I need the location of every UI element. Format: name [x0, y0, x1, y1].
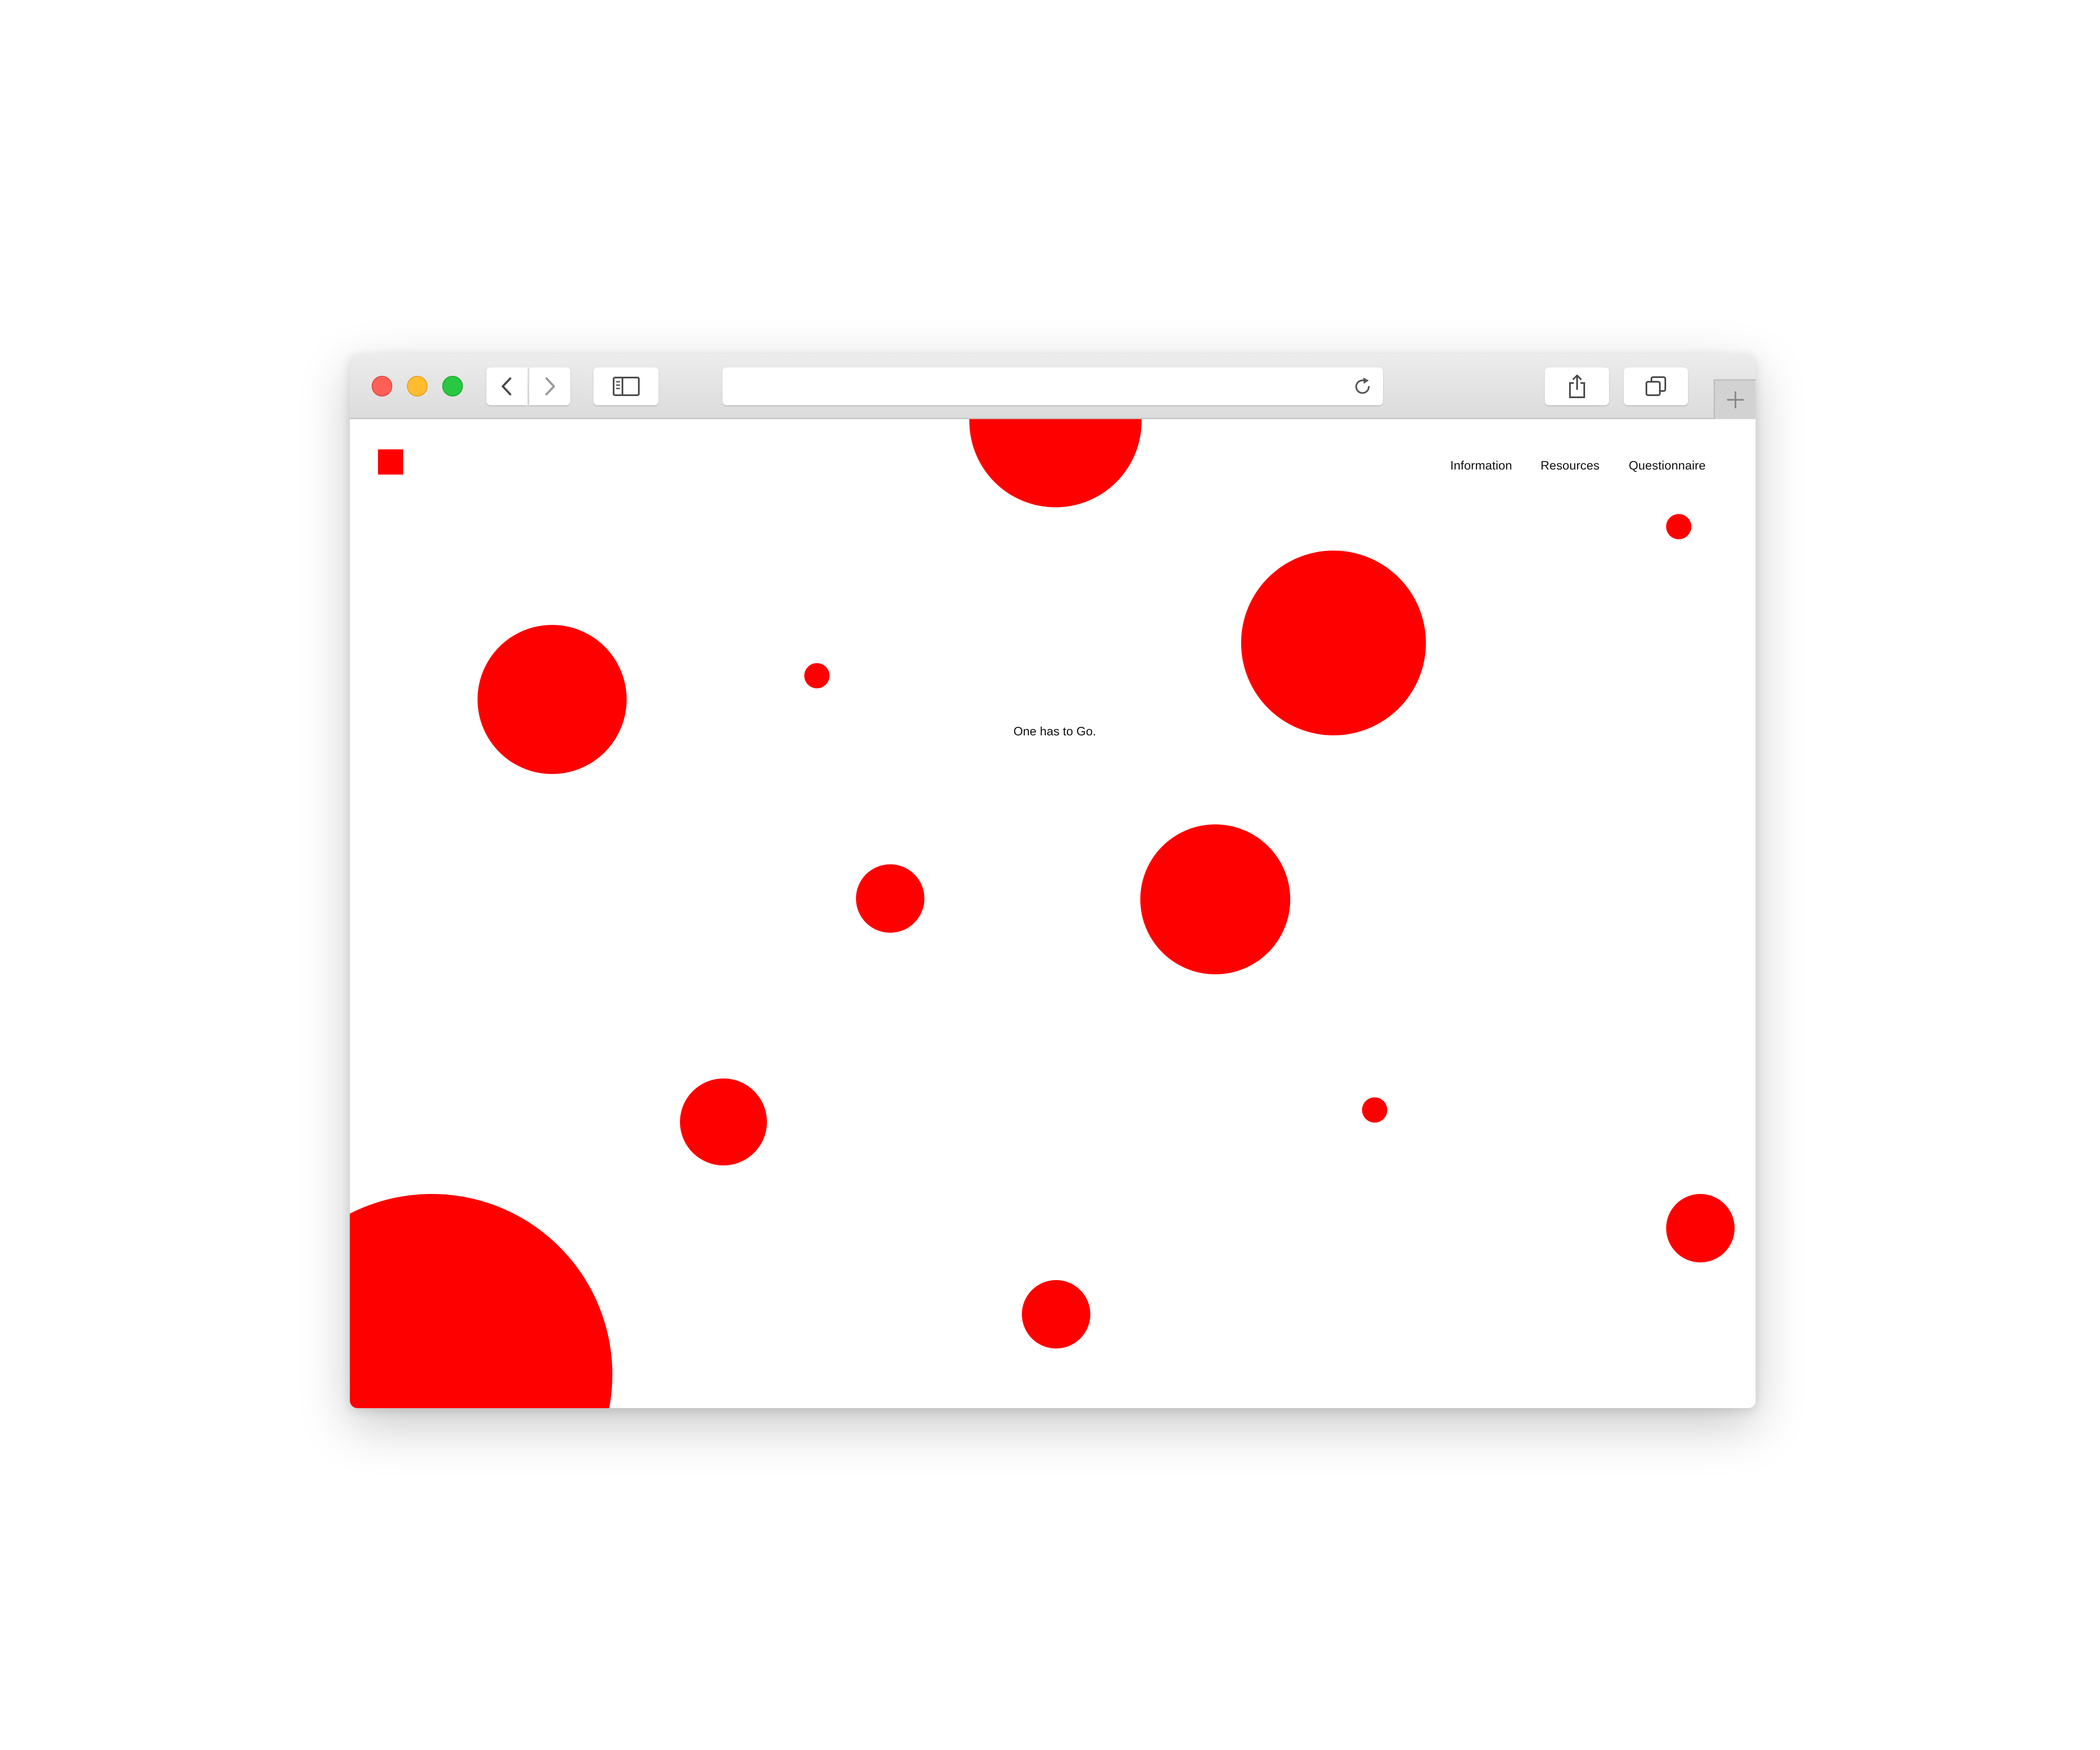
maximize-window-button[interactable] — [442, 376, 463, 396]
reload-icon[interactable] — [1352, 376, 1373, 397]
back-button[interactable] — [486, 367, 528, 405]
plus-icon — [1727, 391, 1744, 408]
address-bar[interactable] — [722, 367, 1383, 405]
share-icon — [1569, 375, 1585, 398]
red-circle-large-right — [1241, 551, 1426, 735]
red-circle-center-right — [1140, 824, 1290, 974]
forward-button[interactable] — [529, 367, 570, 405]
tagline: One has to Go. — [1013, 725, 1096, 738]
minimize-window-button[interactable] — [407, 376, 428, 396]
red-circle-left — [478, 625, 627, 774]
new-tab-button[interactable] — [1714, 379, 1756, 419]
red-circle-top — [969, 419, 1142, 507]
red-circle-lower-left — [680, 1078, 767, 1165]
chevron-right-icon — [545, 377, 555, 396]
browser-window: Information Resources Questionnaire One … — [350, 354, 1756, 1408]
web-page: Information Resources Questionnaire One … — [350, 419, 1756, 1408]
red-circle-small-top-right — [1666, 514, 1691, 539]
nav-information-link[interactable]: Information — [1450, 459, 1512, 473]
chevron-left-icon — [501, 377, 512, 396]
nav-questionnaire-link[interactable]: Questionnaire — [1629, 459, 1706, 473]
red-circle-right-edge — [1666, 1194, 1735, 1262]
red-circle-bottom-left — [350, 1194, 612, 1408]
red-circle-bottom — [1022, 1280, 1090, 1349]
sidebar-icon — [612, 377, 640, 396]
close-window-button[interactable] — [372, 376, 392, 396]
sidebar-toggle-button[interactable] — [593, 367, 659, 405]
nav-resources-link[interactable]: Resources — [1541, 459, 1599, 473]
tab-overview-button[interactable] — [1624, 367, 1688, 405]
red-circle-tiny-lower-right — [1362, 1097, 1387, 1123]
logo-icon[interactable] — [378, 449, 403, 475]
share-button[interactable] — [1545, 367, 1609, 405]
tabs-overview-icon — [1645, 376, 1666, 396]
red-circle-tiny-center — [804, 663, 830, 688]
desktop-background: Information Resources Questionnaire One … — [0, 0, 2100, 1750]
browser-toolbar — [350, 354, 1756, 419]
red-circle-middle — [856, 864, 924, 933]
